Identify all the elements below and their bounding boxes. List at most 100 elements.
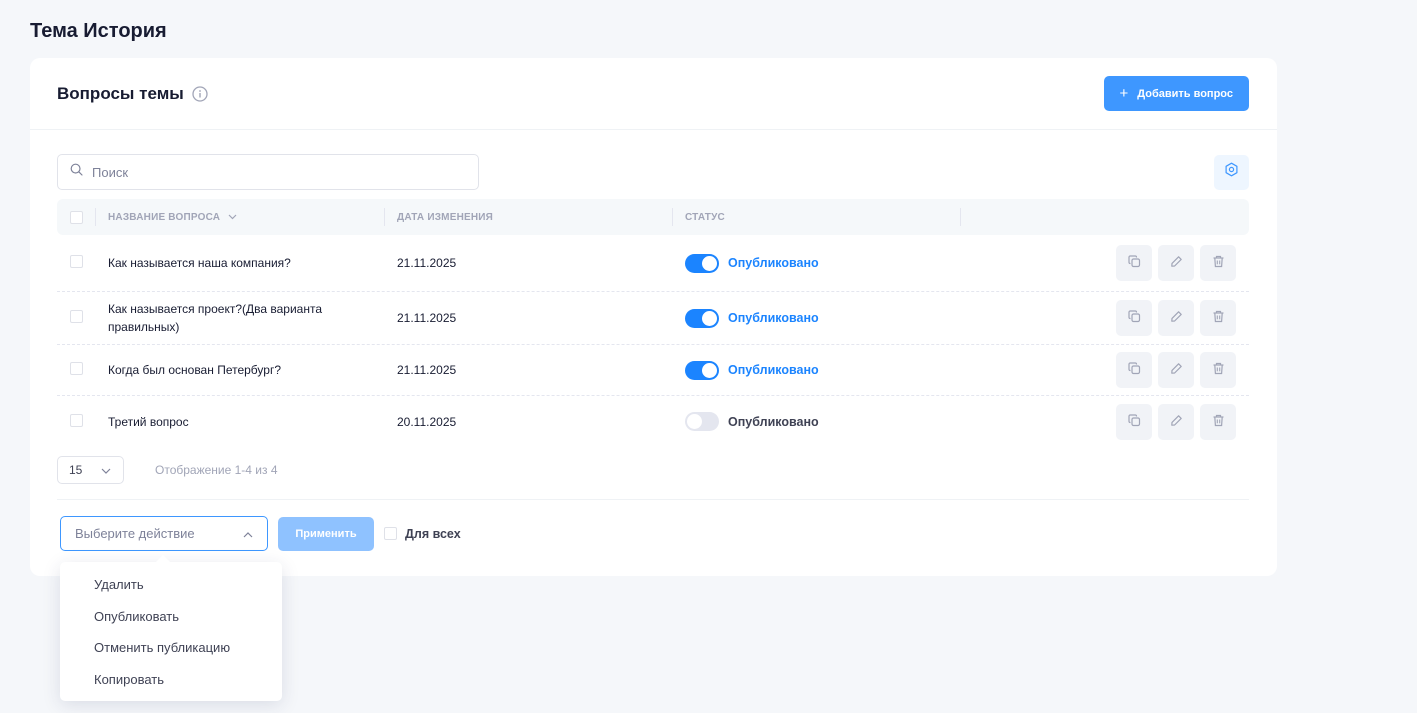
copy-icon: [1127, 413, 1141, 430]
status-cell: Опубликовано: [673, 360, 961, 380]
row-actions: [961, 352, 1249, 388]
copy-button[interactable]: [1116, 352, 1152, 388]
copy-button[interactable]: [1116, 403, 1152, 440]
edit-button[interactable]: [1158, 403, 1194, 440]
status-label: Опубликовано: [728, 363, 819, 377]
status-label: Опубликовано: [728, 414, 819, 429]
row-checkbox[interactable]: [70, 413, 83, 427]
table-toolbar: [57, 154, 1249, 190]
chevron-down-icon: [228, 212, 237, 223]
question-date: 21.11.2025: [397, 311, 457, 325]
dropdown-option-unpublish[interactable]: Отменить публикацию: [60, 632, 282, 664]
edit-button[interactable]: [1158, 245, 1194, 281]
edit-button[interactable]: [1158, 352, 1194, 388]
pagination: 15 Отображение 1-4 из 4: [57, 456, 278, 484]
add-question-label: Добавить вопрос: [1137, 87, 1233, 100]
copy-icon: [1127, 310, 1141, 326]
info-icon[interactable]: [192, 85, 208, 102]
plus-icon: +: [1119, 85, 1129, 102]
bulk-action-placeholder: Выберите действие: [75, 526, 195, 541]
table-header: НАЗВАНИЕ ВОПРОСА ДАТА ИЗМЕНЕНИЯ СТАТУС: [57, 199, 1249, 235]
question-name: Как называется проект?(Два варианта прав…: [108, 302, 322, 334]
question-name: Как называется наша компания?: [108, 256, 291, 270]
card-title-wrap: Вопросы темы: [57, 84, 208, 104]
delete-button[interactable]: [1200, 300, 1236, 336]
table-body: Как называется наша компания? 21.11.2025…: [57, 235, 1249, 447]
row-checkbox-cell: [57, 255, 96, 271]
page-title: Тема История: [30, 20, 167, 42]
column-date-label: ДАТА ИЗМЕНЕНИЯ: [397, 211, 494, 223]
copy-icon: [1127, 255, 1141, 271]
chevron-down-icon: [101, 463, 111, 477]
publish-toggle[interactable]: [685, 360, 719, 380]
table-row: Как называется наша компания? 21.11.2025…: [57, 235, 1249, 292]
dropdown-option-copy[interactable]: Копировать: [60, 664, 282, 696]
table-row: Как называется проект?(Два варианта прав…: [57, 292, 1249, 345]
question-date: 21.11.2025: [397, 363, 457, 377]
table-row: Третий вопрос 20.11.2025 Опубликовано: [57, 396, 1249, 447]
question-date: 20.11.2025: [397, 414, 457, 429]
trash-icon: [1212, 414, 1225, 430]
apply-button[interactable]: Применить: [278, 516, 374, 551]
trash-icon: [1212, 310, 1225, 326]
question-name: Третий вопрос: [108, 414, 189, 429]
search-input[interactable]: [92, 164, 466, 180]
per-page-select[interactable]: 15: [57, 456, 124, 484]
pencil-icon: [1170, 255, 1183, 271]
status-cell: Опубликовано: [673, 308, 961, 328]
pencil-icon: [1170, 310, 1183, 326]
settings-button[interactable]: [1214, 154, 1249, 190]
status-cell: Опубликовано: [673, 412, 961, 431]
search-icon: [70, 163, 83, 181]
divider: [57, 499, 1249, 500]
for-all-checkbox[interactable]: [384, 527, 397, 540]
card-header: Вопросы темы + Добавить вопрос: [30, 58, 1277, 130]
bulk-actions: Выберите действие Применить Для всех: [60, 516, 461, 551]
column-header-status: СТАТУС: [673, 208, 961, 226]
search-box[interactable]: [57, 154, 479, 190]
row-checkbox[interactable]: [70, 255, 83, 268]
row-actions: [961, 245, 1249, 281]
dropdown-option-delete[interactable]: Удалить: [60, 569, 282, 601]
pencil-icon: [1170, 362, 1183, 378]
settings-icon: [1224, 162, 1239, 182]
card-title: Вопросы темы: [57, 83, 184, 103]
status-label: Опубликовано: [728, 311, 819, 325]
bulk-action-dropdown: Удалить Опубликовать Отменить публикацию…: [60, 555, 282, 701]
row-checkbox-cell: [57, 310, 96, 326]
column-header-name[interactable]: НАЗВАНИЕ ВОПРОСА: [96, 208, 385, 226]
publish-toggle[interactable]: [685, 412, 719, 431]
for-all-option[interactable]: Для всех: [384, 527, 461, 541]
delete-button[interactable]: [1200, 245, 1236, 281]
publish-toggle[interactable]: [685, 253, 719, 273]
delete-button[interactable]: [1200, 352, 1236, 388]
add-question-button[interactable]: + Добавить вопрос: [1103, 76, 1249, 111]
select-all-checkbox[interactable]: [70, 210, 83, 224]
copy-button[interactable]: [1116, 245, 1152, 281]
edit-button[interactable]: [1158, 300, 1194, 336]
question-name: Когда был основан Петербург?: [108, 363, 282, 377]
row-checkbox-cell: [57, 362, 96, 378]
column-header-actions: [961, 208, 1249, 226]
row-checkbox-cell: [57, 413, 96, 430]
delete-button[interactable]: [1200, 403, 1236, 440]
row-actions: [961, 403, 1249, 440]
column-status-label: СТАТУС: [685, 211, 725, 223]
pencil-icon: [1170, 414, 1183, 430]
copy-button[interactable]: [1116, 300, 1152, 336]
trash-icon: [1212, 362, 1225, 378]
chevron-up-icon: [243, 526, 253, 541]
questions-card: Вопросы темы + Добавить вопрос Поиск НАЗ…: [30, 58, 1277, 576]
bulk-action-select[interactable]: Выберите действие: [60, 516, 268, 551]
questions-table: НАЗВАНИЕ ВОПРОСА ДАТА ИЗМЕНЕНИЯ СТАТУС К…: [57, 199, 1249, 447]
row-checkbox[interactable]: [70, 310, 83, 323]
status-cell: Опубликовано: [673, 253, 961, 273]
publish-toggle[interactable]: [685, 308, 719, 328]
trash-icon: [1212, 255, 1225, 271]
question-date: 21.11.2025: [397, 256, 457, 270]
row-checkbox[interactable]: [70, 362, 83, 375]
status-label: Опубликовано: [728, 256, 819, 270]
header-checkbox-cell: [57, 208, 96, 226]
dropdown-option-publish[interactable]: Опубликовать: [60, 601, 282, 633]
column-name-label: НАЗВАНИЕ ВОПРОСА: [108, 211, 221, 223]
